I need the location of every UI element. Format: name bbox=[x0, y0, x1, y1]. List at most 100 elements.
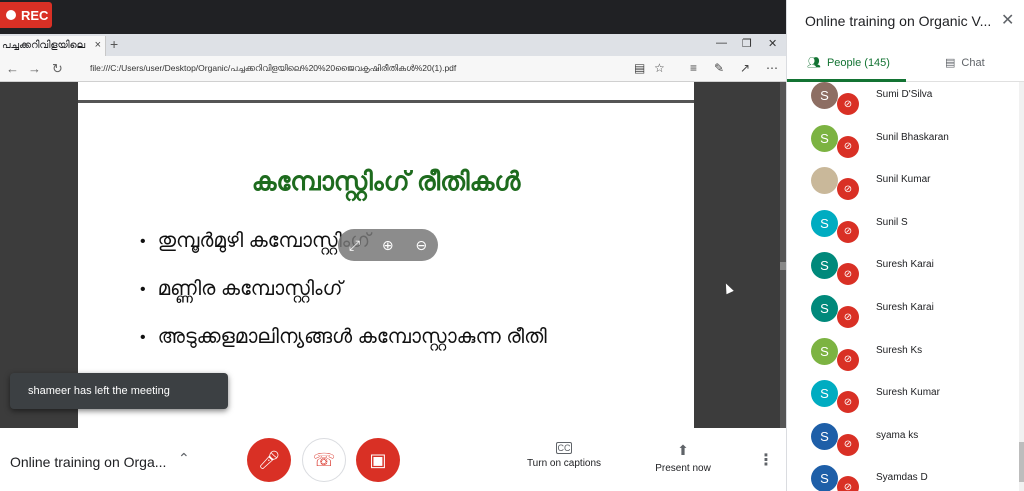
captions-button[interactable]: CC Turn on captions bbox=[522, 442, 606, 469]
mic-off-button[interactable]: 🎤︎ bbox=[247, 438, 291, 482]
participant-name: Sunil S bbox=[876, 216, 908, 228]
mic-muted-icon: ⊘ bbox=[837, 391, 859, 414]
recording-badge: REC bbox=[0, 2, 52, 28]
participant-row[interactable]: S ⊘ Suresh Kumar bbox=[787, 373, 1019, 415]
avatar: S bbox=[811, 252, 838, 280]
participant-row[interactable]: S ⊘ Syamdas D bbox=[787, 458, 1019, 491]
captions-icon: CC bbox=[556, 442, 572, 454]
panel-scroll-thumb[interactable] bbox=[1019, 442, 1024, 482]
participant-row[interactable]: S ⊘ Sunil Bhaskaran bbox=[787, 118, 1019, 160]
meet-window: REC പച്ചക്കറിവിളയിലെ × + — ❐ ✕ ← → ↻ fil… bbox=[0, 0, 1024, 491]
camera-off-button[interactable]: ▣ bbox=[356, 438, 400, 482]
panel-meeting-title: Online training on Organic V... bbox=[805, 13, 991, 29]
participant-row[interactable]: S ⊘ syama ks bbox=[787, 416, 1019, 458]
avatar: S bbox=[811, 337, 838, 365]
zoom-in-icon[interactable]: ⊕ bbox=[382, 237, 394, 254]
mic-muted-icon: ⊘ bbox=[837, 476, 859, 491]
recording-label: REC bbox=[21, 7, 49, 23]
back-arrow-icon[interactable]: ← bbox=[6, 61, 19, 76]
bullet-dot-icon: • bbox=[140, 281, 146, 298]
participant-list: S ⊘ Sumi D'Silva S ⊘ Sunil Bhaskaran ⊘ Sunil Ku… bbox=[787, 82, 1024, 491]
avatar: S bbox=[811, 82, 838, 109]
panel-tabs: 👥︎ People (145) ▤ Chat bbox=[787, 46, 1024, 82]
restore-icon[interactable]: ❐ bbox=[742, 37, 752, 50]
avatar: S bbox=[811, 124, 838, 152]
mic-muted-icon: ⊘ bbox=[837, 135, 859, 158]
avatar: S bbox=[811, 209, 838, 237]
present-screen-icon: ⬆ bbox=[677, 442, 689, 458]
call-controls-bar: Online training on Orga... ⌃ 🎤︎ ☏ ▣ CC T… bbox=[0, 428, 786, 491]
panel-scrollbar[interactable] bbox=[1019, 82, 1024, 491]
captions-label: Turn on captions bbox=[526, 458, 602, 469]
tab-chat[interactable]: ▤ Chat bbox=[945, 56, 985, 70]
presentation-stage: REC പച്ചക്കറിവിളയിലെ × + — ❐ ✕ ← → ↻ fil… bbox=[0, 0, 786, 428]
zoom-out-icon[interactable]: ⊖ bbox=[415, 237, 427, 254]
fit-page-icon[interactable]: ⤢ bbox=[349, 237, 360, 254]
more-options-icon[interactable]: ⋮ bbox=[758, 450, 774, 470]
slide-bullet: • മണ്ണിര കമ്പോസ്റ്റിംഗ് bbox=[140, 278, 343, 301]
page-divider bbox=[78, 100, 694, 103]
notes-pen-icon[interactable]: ✎ bbox=[714, 61, 724, 75]
present-label: Present now bbox=[655, 463, 711, 474]
mic-muted-icon: ⊘ bbox=[837, 348, 859, 371]
browser-tab[interactable]: പച്ചക്കറിവിളയിലെ × bbox=[0, 36, 106, 56]
notification-toast: shameer has left the meeting bbox=[10, 373, 228, 409]
share-icon[interactable]: ↗ bbox=[740, 61, 750, 75]
favorite-star-icon[interactable]: ☆ bbox=[654, 61, 665, 75]
tab-close-icon[interactable]: × bbox=[95, 39, 101, 51]
url-field[interactable]: file:///C:/Users/user/Desktop/Organic/പച… bbox=[90, 63, 570, 74]
chevron-up-icon[interactable]: ⌃ bbox=[178, 450, 190, 467]
forward-arrow-icon[interactable]: → bbox=[28, 61, 41, 76]
participant-name: Syamdas D bbox=[876, 472, 928, 484]
mic-muted-icon: ⊘ bbox=[837, 263, 859, 286]
avatar: S bbox=[811, 380, 838, 408]
chat-icon: ▤ bbox=[945, 57, 956, 69]
reading-view-icon[interactable]: ▤ bbox=[634, 61, 645, 75]
more-dots-icon[interactable]: ⋯ bbox=[766, 61, 778, 75]
hang-up-icon: ☏ bbox=[312, 449, 336, 470]
participant-name: Suresh Karai bbox=[876, 302, 934, 313]
minimize-icon[interactable]: — bbox=[716, 37, 727, 49]
browser-tabbar: പച്ചക്കറിവിളയിലെ × + — ❐ ✕ bbox=[0, 34, 786, 56]
avatar: S bbox=[811, 295, 838, 322]
refresh-icon[interactable]: ↻ bbox=[52, 61, 63, 77]
participant-name: Sunil Bhaskaran bbox=[876, 131, 949, 143]
tab-people[interactable]: 👥︎ People (145) bbox=[807, 56, 890, 70]
participant-name: Suresh Ks bbox=[876, 344, 923, 356]
slide-title: കമ്പോസ്റ്റിംഗ് രീതികൾ bbox=[251, 166, 521, 196]
people-panel: Online training on Organic V... ✕ 👥︎ Peo… bbox=[786, 0, 1024, 491]
bullet-text: അടുക്കളമാലിന്യങ്ങൾ കമ്പോസ്റ്റാകുന്ന രീതി bbox=[157, 326, 547, 348]
leave-call-button[interactable]: ☏ bbox=[302, 438, 346, 482]
bullet-dot-icon: • bbox=[140, 329, 146, 346]
avatar: S bbox=[811, 465, 838, 491]
slide-bullet: • അടുക്കളമാലിന്യങ്ങൾ കമ്പോസ്റ്റാകുന്ന രീ… bbox=[140, 326, 547, 349]
participant-name: Sunil Kumar bbox=[876, 174, 931, 186]
participant-name: Sumi D'Silva bbox=[876, 89, 933, 100]
participant-row[interactable]: S ⊘ Sunil S bbox=[787, 203, 1019, 245]
participant-name: Suresh Karai bbox=[876, 259, 934, 271]
address-bar: ← → ↻ file:///C:/Users/user/Desktop/Orga… bbox=[0, 56, 786, 82]
participant-row[interactable]: S ⊘ Suresh Ks bbox=[787, 331, 1019, 373]
slide-bullet: • തുമ്പൂർമുഴി കമ്പോസ്റ്റിംഗ് bbox=[140, 230, 370, 253]
window-close-icon[interactable]: ✕ bbox=[768, 37, 777, 50]
participant-name: syama ks bbox=[876, 429, 919, 441]
participant-row[interactable]: S ⊘ Suresh Karai bbox=[787, 245, 1019, 287]
chat-tab-label: Chat bbox=[961, 56, 985, 69]
new-tab-icon[interactable]: + bbox=[110, 36, 118, 52]
people-icon: 👥︎ bbox=[807, 57, 821, 69]
participant-row[interactable]: S ⊘ Sumi D'Silva bbox=[787, 82, 1019, 117]
participant-row[interactable]: S ⊘ Suresh Karai bbox=[787, 288, 1019, 330]
mic-muted-icon: ⊘ bbox=[837, 306, 859, 328]
avatar bbox=[811, 167, 838, 195]
participant-row[interactable]: ⊘ Sunil Kumar bbox=[787, 160, 1019, 202]
present-now-button[interactable]: ⬆ Present now bbox=[648, 442, 718, 474]
participant-name: Suresh Kumar bbox=[876, 387, 940, 399]
browser-tab-title: പച്ചക്കറിവിളയിലെ bbox=[2, 40, 86, 51]
mic-off-icon: 🎤︎ bbox=[257, 449, 281, 470]
camera-off-icon: ▣ bbox=[369, 449, 387, 470]
zoom-control: ⤢ ⊕ ⊖ bbox=[338, 229, 438, 261]
hub-icon[interactable]: ≡ bbox=[690, 61, 697, 75]
mic-muted-icon: ⊘ bbox=[837, 178, 859, 201]
meeting-details-label[interactable]: Online training on Orga... bbox=[10, 454, 166, 470]
close-icon[interactable]: ✕ bbox=[1001, 10, 1014, 30]
